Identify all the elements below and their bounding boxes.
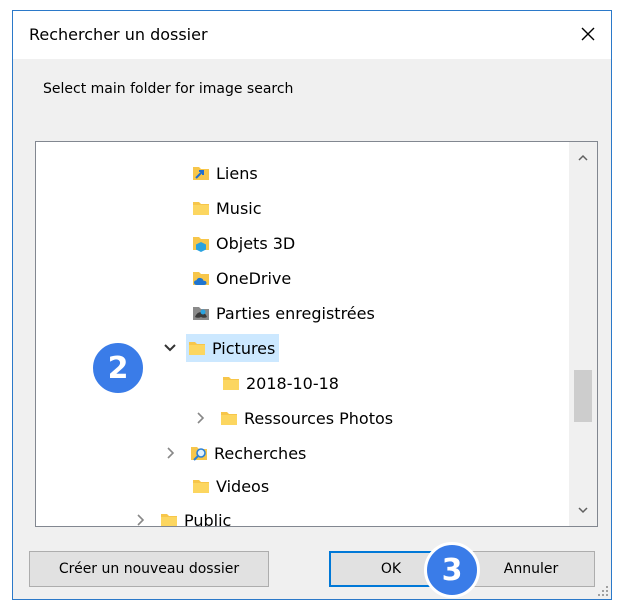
tree-item-label: Recherches: [214, 443, 307, 463]
folder-icon: [221, 412, 237, 425]
folder-tree[interactable]: Liens Music Objets 3D OneDrive Parties e…: [35, 141, 598, 527]
folder-icon: [193, 202, 209, 215]
tree-item-label: OneDrive: [216, 268, 292, 288]
close-icon: [581, 27, 595, 41]
resize-grip-icon[interactable]: [595, 583, 609, 597]
step-2-badge: 2: [90, 340, 146, 396]
step-3-badge: 3: [424, 542, 480, 598]
expand-toggle[interactable]: [162, 445, 178, 461]
links-folder-icon: [193, 167, 209, 180]
close-button[interactable]: [565, 11, 611, 57]
chevron-right-icon: [167, 447, 175, 459]
tree-item-recherches[interactable]: Recherches: [162, 438, 310, 468]
expand-toggle[interactable]: [132, 512, 148, 526]
tree-item-label: Videos: [216, 476, 270, 496]
scroll-down-button[interactable]: [569, 496, 597, 524]
tree-item-label: Pictures: [212, 338, 276, 358]
tree-item-label: 2018-10-18: [246, 373, 339, 393]
tree-item-onedrive[interactable]: OneDrive: [190, 263, 295, 293]
title-bar: Rechercher un dossier: [13, 11, 611, 59]
scroll-up-button[interactable]: [569, 144, 597, 172]
expand-toggle[interactable]: [192, 410, 208, 426]
cancel-button[interactable]: Annuler: [467, 551, 595, 587]
tree-item-music[interactable]: Music: [190, 193, 266, 223]
new-folder-button[interactable]: Créer un nouveau dossier: [29, 551, 269, 587]
chevron-right-icon: [197, 412, 205, 424]
tree-item-label: Music: [216, 198, 262, 218]
saved-games-folder-icon: [193, 307, 209, 320]
tree-item-label: Public: [184, 510, 232, 527]
tree-item-pictures[interactable]: Pictures: [162, 333, 280, 363]
folder-icon: [161, 514, 177, 526]
folder-icon: [189, 342, 205, 355]
tree-item-ressources-photos[interactable]: Ressources Photos: [192, 403, 397, 433]
tree-item-objets-3d[interactable]: Objets 3D: [190, 228, 299, 258]
tree-item-videos[interactable]: Videos: [190, 471, 273, 501]
chevron-up-icon: [578, 154, 588, 161]
instruction-text: Select main folder for image search: [43, 81, 294, 97]
tree-item-label: Objets 3D: [216, 233, 296, 253]
chevron-right-icon: [137, 514, 145, 526]
tree-item-label: Ressources Photos: [244, 408, 394, 428]
searches-folder-icon: [191, 447, 207, 461]
expand-toggle[interactable]: [162, 340, 178, 356]
scroll-thumb[interactable]: [574, 370, 592, 422]
folder-icon: [193, 480, 209, 493]
chevron-down-icon: [164, 344, 176, 352]
onedrive-folder-icon: [193, 272, 209, 285]
browse-folder-dialog: Rechercher un dossier Select main folder…: [12, 10, 612, 600]
3d-objects-folder-icon: [193, 237, 209, 252]
tree-item-parties-enregistrees[interactable]: Parties enregistrées: [190, 298, 379, 328]
tree-item-public[interactable]: Public: [132, 505, 235, 527]
vertical-scrollbar[interactable]: [569, 142, 597, 526]
tree-item-label: Liens: [216, 163, 258, 183]
folder-icon: [223, 377, 239, 390]
tree-item-liens[interactable]: Liens: [190, 158, 262, 188]
dialog-title: Rechercher un dossier: [29, 25, 208, 44]
tree-item-label: Parties enregistrées: [216, 303, 375, 323]
chevron-down-icon: [578, 507, 588, 514]
tree-item-2018-10-18[interactable]: 2018-10-18: [220, 368, 343, 398]
